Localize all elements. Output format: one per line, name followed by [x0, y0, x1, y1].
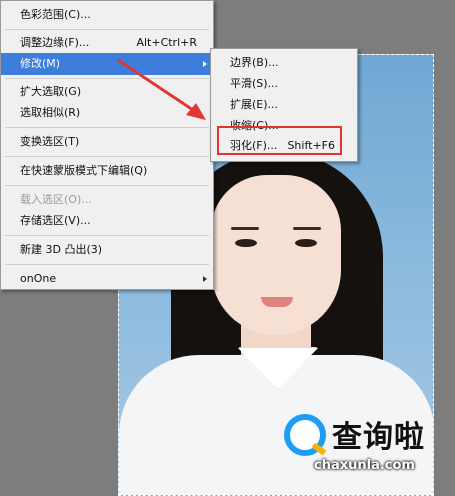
menu-item-label: 新建 3D 凸出(3)	[20, 243, 103, 256]
menu-item-label: 边界(B)...	[230, 56, 279, 69]
menu-item-label: 调整边缘(F)...	[20, 36, 90, 49]
menu-item-similar[interactable]: 选取相似(R)	[1, 102, 213, 124]
submenu-item-expand[interactable]: 扩展(E)...	[211, 94, 357, 116]
menu-item-transform-selection[interactable]: 变换选区(T)	[1, 131, 213, 153]
menu-item-label: 载入选区(O)...	[20, 193, 92, 206]
photo-eye	[295, 239, 317, 247]
photo-eye	[235, 239, 257, 247]
menu-item-label: 扩展(E)...	[230, 98, 279, 111]
submenu-item-smooth[interactable]: 平滑(S)...	[211, 73, 357, 95]
menu-item-label: 在快速蒙版模式下编辑(Q)	[20, 164, 148, 177]
menu-separator	[5, 235, 209, 236]
menu-separator	[5, 127, 209, 128]
submenu-arrow-icon	[203, 61, 207, 67]
watermark-url: chaxunla.com	[314, 458, 415, 473]
menu-item-modify[interactable]: 修改(M)	[1, 53, 213, 75]
photo-brow	[293, 227, 321, 230]
menu-item-label: 平滑(S)...	[230, 77, 279, 90]
menu-item-onone[interactable]: onOne	[1, 268, 213, 290]
menu-item-label: 修改(M)	[20, 57, 61, 70]
menu-item-save-selection[interactable]: 存储选区(V)...	[1, 210, 213, 232]
select-menu: 色彩范围(C)... 调整边缘(F)... Alt+Ctrl+R 修改(M) 扩…	[0, 0, 214, 290]
menu-item-grow[interactable]: 扩大选取(G)	[1, 81, 213, 103]
menu-item-load-selection: 载入选区(O)...	[1, 189, 213, 211]
menu-item-refine-edge[interactable]: 调整边缘(F)... Alt+Ctrl+R	[1, 32, 213, 54]
menu-separator	[5, 29, 209, 30]
menu-item-color-range[interactable]: 色彩范围(C)...	[1, 4, 213, 26]
photo-brow	[231, 227, 259, 230]
submenu-item-border[interactable]: 边界(B)...	[211, 52, 357, 74]
watermark-title: 查询啦	[332, 420, 425, 455]
menu-item-shortcut: Alt+Ctrl+R	[136, 36, 197, 49]
annotation-highlight-box	[217, 126, 342, 155]
menu-separator	[5, 156, 209, 157]
menu-separator	[5, 264, 209, 265]
menu-separator	[5, 78, 209, 79]
menu-item-label: 色彩范围(C)...	[20, 8, 91, 21]
menu-item-label: 变换选区(T)	[20, 135, 80, 148]
watermark-logo-icon	[284, 414, 326, 456]
menu-item-quick-mask[interactable]: 在快速蒙版模式下编辑(Q)	[1, 160, 213, 182]
menu-item-label: onOne	[20, 272, 57, 285]
menu-item-label: 选取相似(R)	[20, 106, 81, 119]
menu-item-new-3d-extrusion[interactable]: 新建 3D 凸出(3)	[1, 239, 213, 261]
photo-face	[211, 175, 341, 335]
menu-separator	[5, 185, 209, 186]
submenu-arrow-icon	[203, 276, 207, 282]
menu-item-label: 扩大选取(G)	[20, 85, 82, 98]
watermark: 查询啦 chaxunla.com	[284, 408, 448, 480]
menu-item-label: 存储选区(V)...	[20, 214, 91, 227]
photo-mouth	[261, 297, 293, 307]
